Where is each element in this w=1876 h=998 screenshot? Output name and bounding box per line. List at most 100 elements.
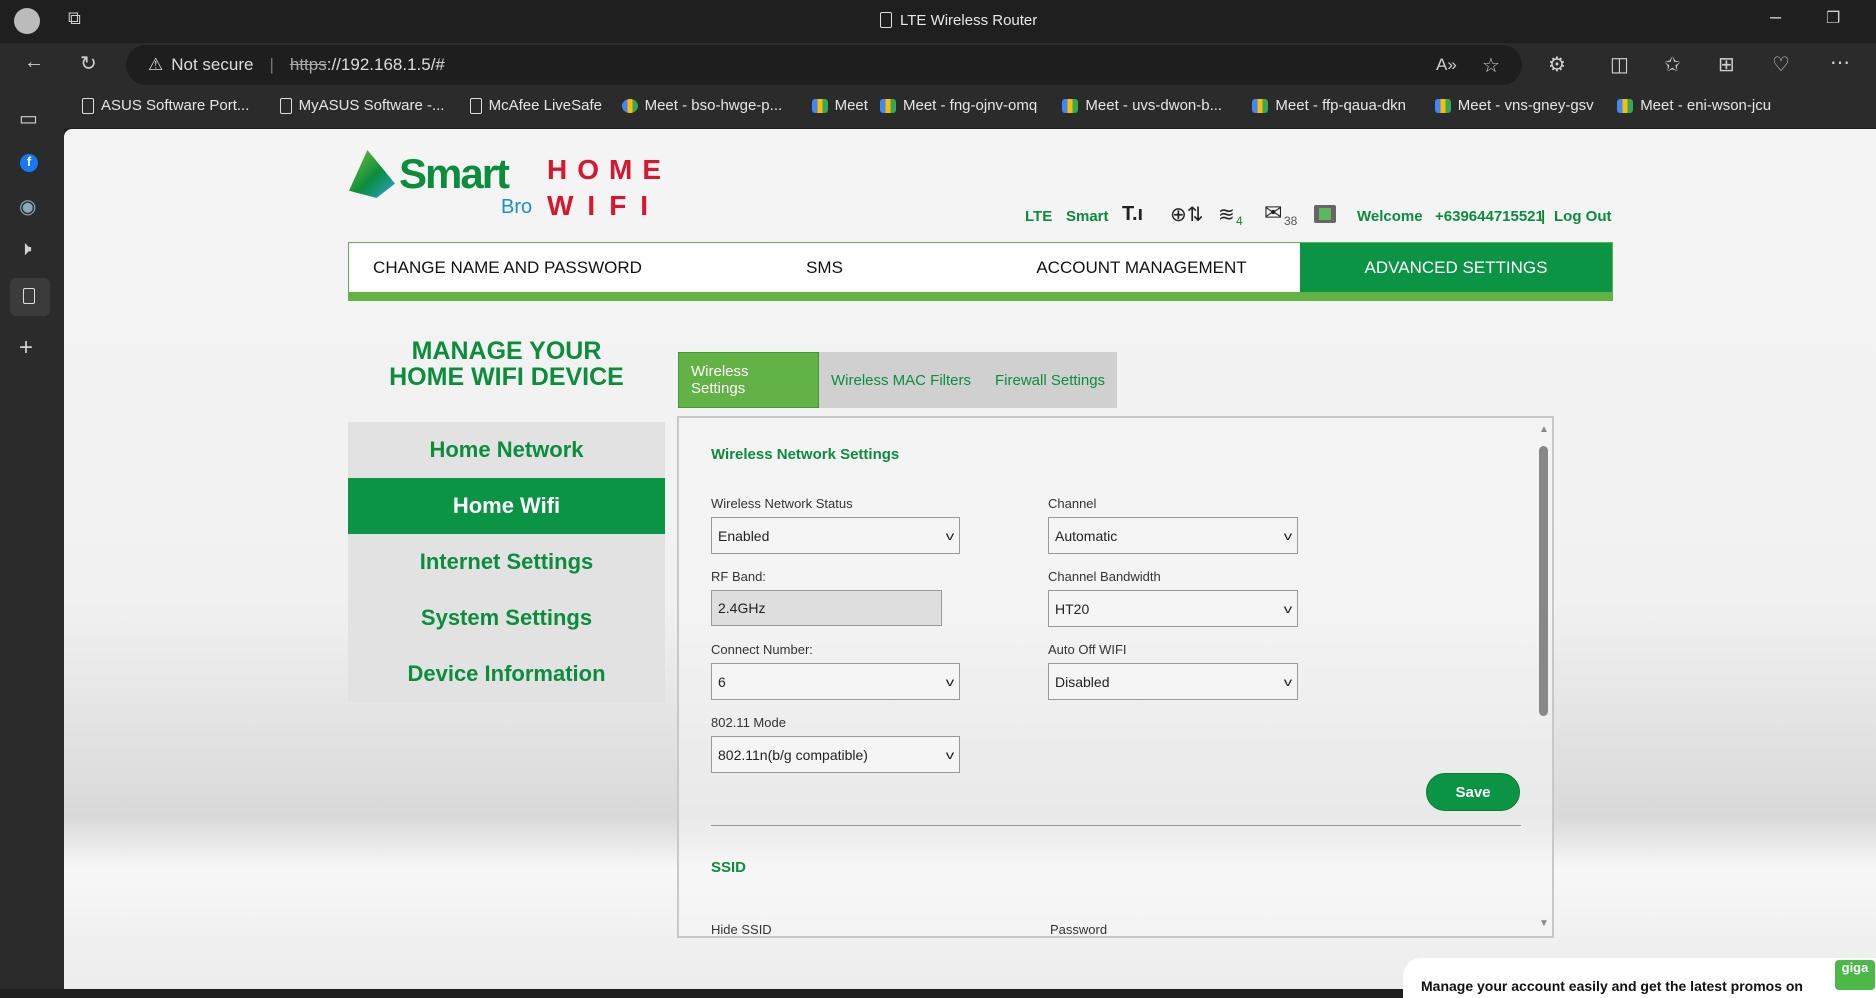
warning-icon: ⚠ xyxy=(148,55,164,74)
speaker-icon[interactable]: 🕨 xyxy=(19,238,32,261)
smart-bro-logo: Smart Bro HOME WIFI xyxy=(347,150,667,221)
wifi-icon: ≋ xyxy=(1218,204,1235,226)
logo-brand: Smart xyxy=(399,150,510,197)
meet-icon xyxy=(1252,98,1269,113)
menu-system-settings[interactable]: System Settings xyxy=(348,590,665,646)
collections-icon[interactable]: ⊞ xyxy=(1718,52,1735,77)
tab-firewall-settings[interactable]: Firewall Settings xyxy=(983,352,1117,408)
bookmark-label: Meet xyxy=(834,97,868,114)
favorites-icon[interactable]: ✩ xyxy=(1664,52,1681,77)
facebook-icon[interactable]: f xyxy=(20,154,38,172)
main-nav: CHANGE NAME AND PASSWORD SMS ACCOUNT MAN… xyxy=(348,242,1613,301)
url-text: ://192.168.1.5/# xyxy=(326,55,445,74)
giga-logo: giga xyxy=(1835,960,1875,990)
page-tab-icon[interactable] xyxy=(10,278,50,316)
divider: | xyxy=(269,55,274,74)
page-icon xyxy=(279,97,292,114)
menu-device-information[interactable]: Device Information xyxy=(348,646,665,702)
divider xyxy=(711,825,1521,826)
tab-actions-icon[interactable]: ▭ xyxy=(19,106,38,131)
bookmark-item[interactable]: MyASUS Software -... xyxy=(279,97,444,114)
address-row: ← ↻ ⚠ Not secure | https://192.168.1.5/#… xyxy=(0,43,1876,86)
health-icon[interactable]: ♡ xyxy=(1772,52,1790,77)
left-heading: MANAGE YOUR HOME WIFI DEVICE xyxy=(348,338,665,390)
bookmark-label: McAfee LiveSafe xyxy=(488,97,602,114)
connect-number-select[interactable]: 6v xyxy=(711,663,960,700)
window-title: LTE Wireless Router xyxy=(880,12,1037,29)
mode-select[interactable]: 802.11n(b/g compatible) v xyxy=(711,736,960,773)
nav-account-management[interactable]: ACCOUNT MANAGEMENT xyxy=(983,243,1300,292)
globe-data-icon: ⊕⇅ xyxy=(1170,204,1204,226)
workspaces-icon[interactable]: ⧉ xyxy=(68,8,81,29)
split-screen-icon[interactable]: ◫ xyxy=(1610,52,1629,77)
menu-home-network[interactable]: Home Network xyxy=(348,422,665,478)
menu-internet-settings[interactable]: Internet Settings xyxy=(348,534,665,590)
tab-wireless-settings[interactable]: Wireless Settings xyxy=(678,352,819,408)
bookmark-item[interactable]: Meet - ffp-qaua-dkn xyxy=(1252,97,1406,114)
bookmark-item[interactable]: Meet - bso-hwge-p... xyxy=(621,97,782,114)
select-value: 802.11n(b/g compatible) xyxy=(718,746,868,763)
bookmark-item[interactable]: Meet - eni-wson-jcu xyxy=(1617,97,1771,114)
bookmark-item[interactable]: Meet xyxy=(811,97,868,114)
auto-off-select[interactable]: Disabled v xyxy=(1048,663,1298,700)
restore-button[interactable]: ❐ xyxy=(1826,8,1840,28)
ssid-title: SSID xyxy=(711,859,747,876)
wifi-clients-count: 4 xyxy=(1236,214,1243,228)
rf-band-field: 2.4GHz xyxy=(711,590,942,626)
bookmark-item[interactable]: Meet - vns-gney-gsv xyxy=(1434,97,1594,114)
steam-icon[interactable]: ◉ xyxy=(19,194,36,219)
extensions-icon[interactable]: ⚙ xyxy=(1548,52,1566,77)
field-value: 2.4GHz xyxy=(718,600,766,616)
bookmark-item[interactable]: McAfee LiveSafe xyxy=(469,97,602,114)
scroll-down-icon[interactable]: ▼ xyxy=(1539,918,1549,929)
network-status-select[interactable]: Enabled v xyxy=(711,517,960,554)
title-bar: ⧉ LTE Wireless Router – ❐ xyxy=(0,0,1876,43)
nav-change-name-password[interactable]: CHANGE NAME AND PASSWORD xyxy=(349,243,666,292)
channel-label: Channel xyxy=(1048,496,1097,511)
hide-ssid-label: Hide SSID xyxy=(711,922,772,937)
favorite-star-icon[interactable]: ☆ xyxy=(1482,53,1500,78)
profile-avatar[interactable] xyxy=(14,8,40,34)
channel-select[interactable]: Automatic v xyxy=(1048,517,1298,554)
bookmark-label: Meet - uvs-dwon-b... xyxy=(1085,97,1223,114)
left-menu: Home Network Home Wifi Internet Settings… xyxy=(348,422,665,702)
bookmark-label: Meet - vns-gney-gsv xyxy=(1457,97,1594,114)
meet-icon xyxy=(811,98,828,113)
promo-popup[interactable]: Manage your account easily and get the l… xyxy=(1403,958,1876,998)
tab-wireless-mac-filters[interactable]: Wireless MAC Filters xyxy=(819,352,983,408)
refresh-button[interactable]: ↻ xyxy=(80,51,97,76)
sms-icon[interactable]: ✉ xyxy=(1264,200,1282,226)
title-text: LTE Wireless Router xyxy=(900,12,1038,29)
back-button[interactable]: ← xyxy=(24,51,44,74)
network-type: LTE xyxy=(1025,208,1053,225)
bookmark-item[interactable]: Meet - uvs-dwon-b... xyxy=(1062,97,1222,114)
bookmarks-bar: ASUS Software Port... MyASUS Software -..… xyxy=(64,86,1876,128)
minimize-button[interactable]: – xyxy=(1770,6,1781,29)
save-button[interactable]: Save xyxy=(1426,773,1520,811)
bookmark-item[interactable]: Meet - fng-ojnv-omq xyxy=(880,97,1037,114)
bookmark-label: Meet - ffp-qaua-dkn xyxy=(1275,97,1407,114)
bookmark-item[interactable]: ASUS Software Port... xyxy=(82,97,249,114)
mode-label: 802.11 Mode xyxy=(711,715,786,730)
not-secure-label[interactable]: Not secure xyxy=(171,55,253,75)
nav-advanced-settings[interactable]: ADVANCED SETTINGS xyxy=(1300,243,1612,292)
promo-text: Manage your account easily and get the l… xyxy=(1421,978,1803,994)
read-aloud-icon[interactable]: A» xyxy=(1436,55,1457,75)
add-icon[interactable]: + xyxy=(19,334,33,362)
panel-scrollbar[interactable]: ▲ ▼ xyxy=(1536,420,1552,936)
logout-link[interactable]: Log Out xyxy=(1554,208,1611,225)
more-menu-icon[interactable]: ⋯ xyxy=(1830,50,1850,75)
bandwidth-select[interactable]: HT20 v xyxy=(1048,590,1298,627)
address-bar[interactable]: ⚠ Not secure | https://192.168.1.5/# A» … xyxy=(126,45,1522,85)
password-label: Password xyxy=(1050,922,1108,937)
nav-sms[interactable]: SMS xyxy=(666,243,983,292)
scroll-up-icon[interactable]: ▲ xyxy=(1539,424,1549,435)
menu-home-wifi[interactable]: Home Wifi xyxy=(348,478,665,534)
logo-mark-icon xyxy=(349,150,395,198)
scroll-thumb[interactable] xyxy=(1539,446,1548,716)
operator-name: Smart xyxy=(1066,208,1109,225)
chevron-down-icon: v xyxy=(945,747,955,762)
meet-icon xyxy=(1434,98,1451,113)
bookmark-label: Meet - fng-ojnv-omq xyxy=(903,97,1038,114)
chevron-down-icon: v xyxy=(945,528,955,543)
